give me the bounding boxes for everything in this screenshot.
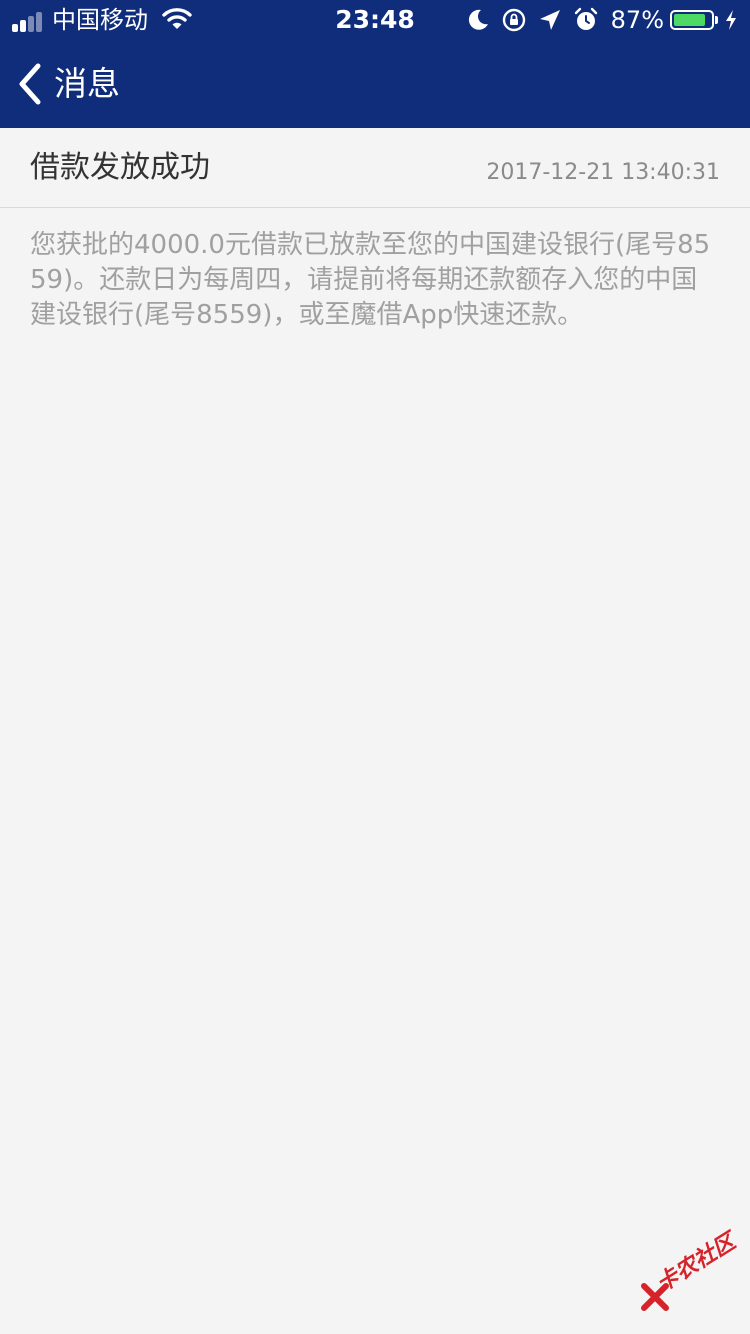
status-icons: 87% [455,6,738,34]
message-detail: 借款发放成功 2017-12-21 13:40:31 您获批的4000.0元借款… [0,128,750,333]
moon-icon [468,9,488,30]
battery-fill [674,14,705,26]
battery-cap [715,16,718,24]
chevron-left-icon[interactable] [16,62,44,106]
message-title: 借款发放成功 [30,150,210,185]
back-button-label[interactable]: 消息 [54,62,120,106]
navigation-bar: 消息 [0,40,750,128]
message-body: 您获批的4000.0元借款已放款至您的中国建设银行(尾号8559)。还款日为每周… [30,230,711,330]
watermark-text: 卡农社区 [652,1229,741,1298]
status-bar: 中国移动 23:48 87% [0,0,750,40]
message-timestamp: 2017-12-21 13:40:31 [486,160,720,185]
watermark: 卡农社区 [640,1229,740,1318]
rotation-lock-icon [502,8,525,32]
battery-percentage: 87% [610,6,664,34]
top-bar: 中国移动 23:48 87% 消息 [0,0,750,128]
charging-bolt-icon [726,10,736,30]
alarm-icon [574,7,597,30]
message-header: 借款发放成功 2017-12-21 13:40:31 [0,128,750,208]
battery-icon [670,10,714,30]
location-arrow-icon [539,10,560,30]
